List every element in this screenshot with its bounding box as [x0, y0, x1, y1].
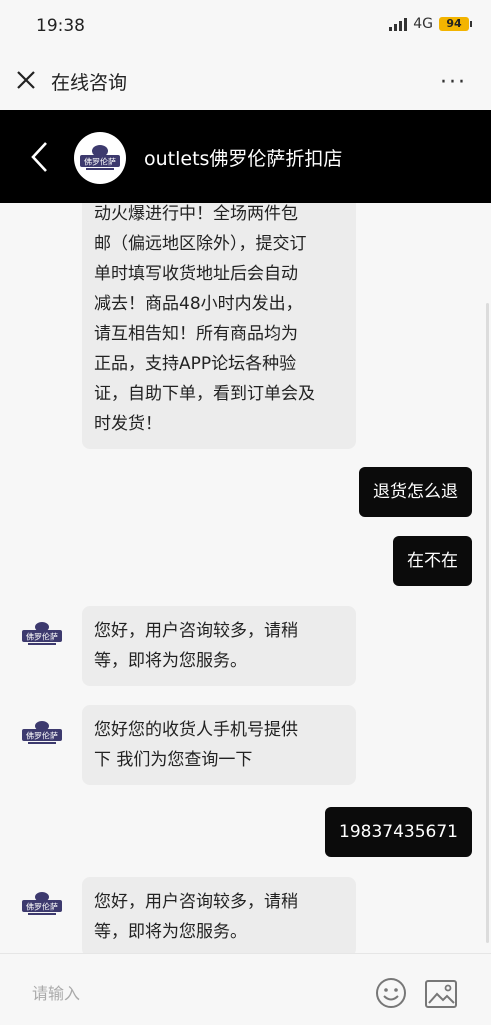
svg-text:佛罗伦萨: 佛罗伦萨 [26, 632, 58, 642]
svg-text:佛罗伦萨: 佛罗伦萨 [84, 157, 116, 167]
back-arrow-icon[interactable] [28, 140, 52, 174]
more-icon[interactable]: ··· [440, 70, 467, 95]
message-line: 时发货！ [94, 414, 162, 434]
message-bubble-user: 退货怎么退 [359, 467, 472, 517]
emoji-icon[interactable] [374, 976, 408, 1010]
message-line: 您好，用户咨询较多，请稍 [94, 621, 298, 641]
chat-area[interactable]: 动火爆进行中！全场两件包 邮（偏远地区除外），提交订 单时填写收货地址后会自动 … [0, 203, 491, 953]
message-line: 等，即将为您服务。 [94, 922, 247, 942]
message-line: 您好，用户咨询较多，请稍 [94, 892, 298, 912]
message-bubble-shop: 您好，用户咨询较多，请稍 等，即将为您服务。 [82, 606, 356, 686]
svg-text:佛罗伦萨: 佛罗伦萨 [26, 731, 58, 741]
shop-logo: 佛罗伦萨 [22, 622, 62, 645]
status-bar: 19:38 4G 94 [0, 0, 491, 52]
message-bubble-shop: 您好，用户咨询较多，请稍 等，即将为您服务。 [82, 877, 356, 953]
message-bubble-shop: 您好您的收货人手机号提供 下 我们为您查询一下 [82, 705, 356, 785]
input-bar: 请输入 [0, 953, 491, 1025]
message-line: 动火爆进行中！全场两件包 [94, 204, 298, 224]
shop-logo: 佛罗伦萨 [80, 145, 120, 170]
message-line: 下 我们为您查询一下 [94, 750, 253, 770]
chat-scrollbar[interactable] [486, 303, 489, 943]
battery-icon: 94 [439, 17, 472, 31]
shop-logo: 佛罗伦萨 [22, 892, 62, 915]
message-bubble-user: 在不在 [393, 536, 472, 586]
message-bubble-user: 19837435671 [325, 807, 472, 857]
shop-avatar-small[interactable]: 佛罗伦萨 [20, 881, 64, 925]
signal-icon [389, 17, 408, 31]
message-line: 请互相告知！所有商品均为 [94, 324, 298, 344]
page-title: 在线咨询 [51, 72, 128, 94]
message-input[interactable]: 请输入 [32, 980, 80, 1004]
close-icon[interactable] [14, 68, 38, 92]
svg-text:佛罗伦萨: 佛罗伦萨 [26, 902, 58, 912]
image-icon[interactable] [424, 978, 458, 1010]
shop-logo: 佛罗伦萨 [22, 721, 62, 744]
status-time: 19:38 [36, 16, 85, 36]
message-line: 单时填写收货地址后会自动 [94, 264, 298, 284]
message-bubble-shop: 动火爆进行中！全场两件包 邮（偏远地区除外），提交订 单时填写收货地址后会自动 … [82, 203, 356, 449]
message-line: 正品，支持APP论坛各种验 [94, 354, 297, 374]
shop-header: 佛罗伦萨 outlets佛罗伦萨折扣店 [0, 110, 491, 203]
message-line: 等，即将为您服务。 [94, 651, 247, 671]
top-nav: 在线咨询 ··· [0, 52, 491, 110]
message-line: 证，自助下单，看到订单会及 [94, 384, 315, 404]
shop-avatar[interactable]: 佛罗伦萨 [74, 132, 126, 184]
shop-avatar-small[interactable]: 佛罗伦萨 [20, 611, 64, 655]
message-line: 您好您的收货人手机号提供 [94, 720, 298, 740]
shop-name: outlets佛罗伦萨折扣店 [144, 148, 343, 170]
message-line: 邮（偏远地区除外），提交订 [94, 234, 307, 254]
status-icons: 4G 94 [389, 16, 472, 32]
message-line: 减去！商品48小时内发出， [94, 294, 303, 314]
shop-avatar-small[interactable]: 佛罗伦萨 [20, 710, 64, 754]
network-type: 4G [413, 16, 433, 32]
